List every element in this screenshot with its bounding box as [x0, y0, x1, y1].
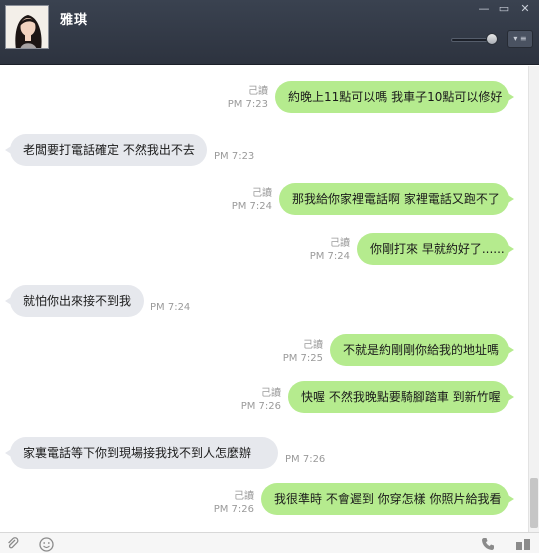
close-icon[interactable]: ✕ — [518, 3, 532, 15]
message-bubble[interactable]: 約晚上11點可以嗎 我車子10點可以修好 — [275, 81, 514, 113]
message-time: PM 7:26 — [285, 454, 326, 465]
scrollbar-thumb[interactable] — [530, 478, 538, 528]
message-bubble[interactable]: 老闆要打電話確定 不然我出不去 — [5, 134, 207, 166]
avatar-photo — [6, 6, 48, 48]
read-receipt: 己讀 — [234, 491, 254, 502]
message-time: PM 7:23 — [227, 99, 268, 110]
maximize-icon[interactable]: ▭ — [497, 3, 511, 15]
message-time: PM 7:24 — [150, 302, 191, 313]
paperclip-icon[interactable] — [6, 537, 20, 553]
message-time: PM 7:23 — [214, 151, 255, 162]
message-time: PM 7:24 — [309, 251, 350, 262]
contact-avatar[interactable] — [5, 5, 49, 49]
message-bubble[interactable]: 那我給你家裡電話啊 家裡電話又跑不了 — [279, 183, 514, 215]
read-receipt: 己讀 — [261, 388, 281, 399]
read-receipt: 己讀 — [330, 238, 350, 249]
message-bubble[interactable]: 我很準時 不會遲到 你穿怎樣 你照片給我看 — [261, 483, 514, 515]
scrollbar[interactable] — [528, 66, 539, 532]
message-bubble[interactable]: 家裏電話等下你到現場接我找不到人怎麼辦 — [5, 437, 278, 469]
message-bubble[interactable]: 快喔 不然我晚點要騎腳踏車 到新竹喔 — [288, 381, 514, 413]
message-bubble[interactable]: 你剛打來 早就約好了...... — [357, 233, 514, 265]
read-receipt: 己讀 — [248, 86, 268, 97]
read-receipt: 己讀 — [303, 340, 323, 351]
emoji-icon[interactable] — [39, 537, 54, 553]
message-list[interactable]: 己讀 PM 7:23 約晚上11點可以嗎 我車子10點可以修好 老闆要打電話確定… — [0, 66, 528, 532]
input-toolbar — [0, 532, 539, 553]
message-time: PM 7:25 — [282, 353, 323, 364]
chat-header: 雅琪 — ▭ ✕ ▾ ≡ — [0, 0, 539, 65]
message-bubble[interactable]: 不就是約剛剛你給我的地址嗎 — [330, 334, 514, 366]
volume-slider-handle[interactable] — [486, 33, 498, 45]
contact-name: 雅琪 — [60, 13, 89, 28]
message-bubble[interactable]: 就怕你出來接不到我 — [5, 285, 144, 317]
menu-button[interactable]: ▾ ≡ — [507, 30, 533, 48]
message-time: PM 7:26 — [240, 401, 281, 412]
message-time: PM 7:24 — [231, 201, 272, 212]
more-icon[interactable] — [515, 537, 531, 553]
read-receipt: 己讀 — [252, 188, 272, 199]
minimize-icon[interactable]: — — [477, 3, 491, 15]
message-time: PM 7:26 — [213, 504, 254, 515]
phone-icon[interactable] — [481, 537, 495, 553]
